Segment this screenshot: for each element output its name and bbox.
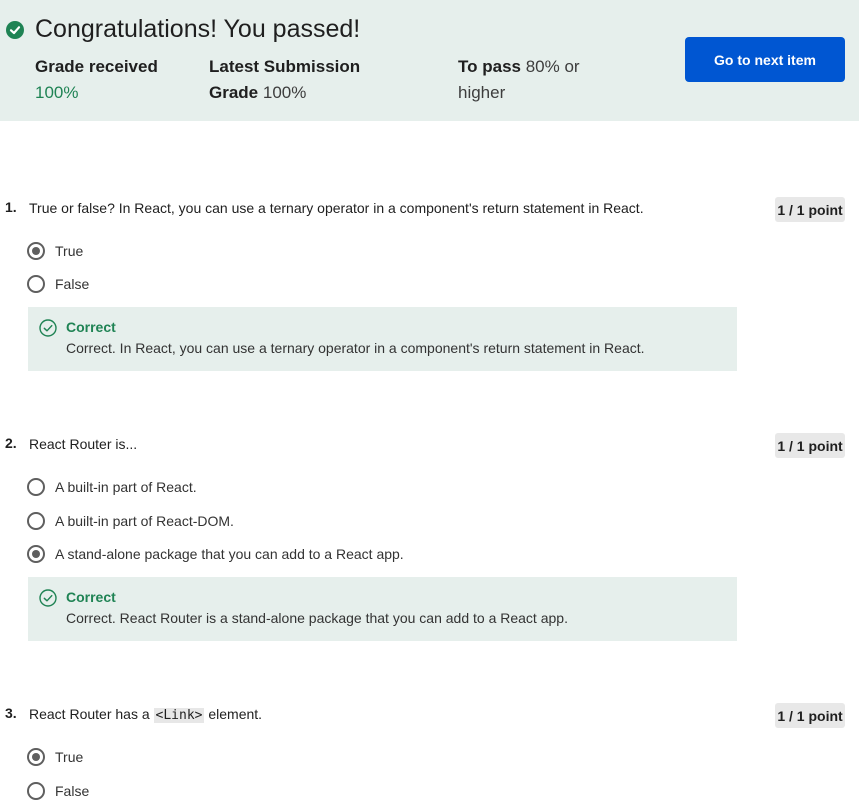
feedback-box: Correct Correct. In React, you can use a…: [28, 307, 737, 371]
check-outline-icon: [39, 319, 57, 337]
grade-received: Grade received 100%: [35, 54, 175, 106]
option-label: A built-in part of React.: [55, 479, 197, 495]
question-text: React Router has a <Link> element.: [29, 706, 262, 723]
option-label: True: [55, 749, 84, 765]
option-false[interactable]: False: [27, 781, 89, 801]
question-text: True or false? In React, you can use a t…: [29, 200, 644, 216]
option-built-in-react[interactable]: A built-in part of React.: [27, 477, 197, 497]
grade-value: 100%: [35, 83, 79, 102]
go-to-next-item-button[interactable]: Go to next item: [685, 37, 845, 82]
radio-button[interactable]: [27, 512, 45, 530]
radio-button-selected[interactable]: [27, 545, 45, 563]
points-badge: 1 / 1 point: [775, 433, 845, 458]
option-label: False: [55, 276, 90, 292]
option-stand-alone-package[interactable]: A stand-alone package that you can add t…: [27, 544, 404, 564]
latest-value: 100%: [262, 83, 307, 102]
check-outline-icon: [39, 589, 57, 607]
option-label: A stand-alone package that you can add t…: [55, 546, 404, 562]
feedback-box: Correct Correct. React Router is a stand…: [28, 577, 737, 641]
option-false[interactable]: False: [27, 274, 89, 294]
radio-button[interactable]: [27, 782, 45, 800]
result-banner: Congratulations! You passed! Grade recei…: [0, 0, 859, 121]
feedback-title: Correct: [66, 319, 116, 335]
question-text-after: element.: [208, 706, 263, 722]
feedback-title: Correct: [66, 589, 116, 605]
option-label: A built-in part of React-DOM.: [55, 513, 234, 529]
to-pass-label: To pass: [458, 57, 521, 76]
option-true[interactable]: True: [27, 241, 83, 261]
option-label: False: [55, 783, 90, 799]
feedback-text: Correct. In React, you can use a ternary…: [66, 340, 645, 356]
to-pass: To pass 80% or higher: [458, 54, 588, 106]
radio-button[interactable]: [27, 275, 45, 293]
option-built-in-react-dom[interactable]: A built-in part of React-DOM.: [27, 511, 234, 531]
question-number: 2.: [5, 435, 17, 451]
feedback-text: Correct. React Router is a stand-alone p…: [66, 610, 568, 626]
link-code: <Link>: [153, 708, 205, 723]
question-text: React Router is...: [29, 436, 138, 452]
points-badge: 1 / 1 point: [775, 703, 845, 728]
check-circle-icon: [6, 21, 24, 39]
radio-button-selected[interactable]: [27, 748, 45, 766]
latest-submission-grade: Latest Submission Grade 100%: [209, 54, 379, 106]
question-number: 1.: [5, 199, 17, 215]
question-number: 3.: [5, 705, 17, 721]
points-badge: 1 / 1 point: [775, 197, 845, 222]
radio-button-selected[interactable]: [27, 242, 45, 260]
option-label: True: [55, 243, 84, 259]
banner-title: Congratulations! You passed!: [35, 15, 361, 43]
grade-label: Grade received: [35, 57, 158, 76]
question-text-before: React Router has a: [29, 706, 150, 722]
option-true[interactable]: True: [27, 747, 83, 767]
radio-button[interactable]: [27, 478, 45, 496]
